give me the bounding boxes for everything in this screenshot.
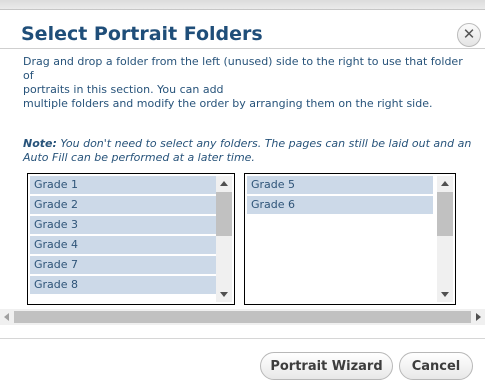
chevron-down-icon[interactable] [441,292,449,297]
instructions-line: multiple folders and modify the order by… [23,97,433,110]
folder-item[interactable]: Grade 7 [30,256,216,274]
used-folders-list[interactable]: Grade 5 Grade 6 [244,173,456,305]
folder-item[interactable]: Grade 4 [30,236,216,254]
scrollbar-thumb[interactable] [216,192,232,236]
header-divider [0,48,485,49]
chevron-right-icon[interactable] [476,313,481,321]
folder-item[interactable]: Grade 5 [247,176,433,194]
horizontal-scrollbar[interactable] [0,309,485,325]
footer-divider [0,338,485,339]
horizontal-scrollbar-thumb[interactable] [14,311,471,323]
note-text: Note: You don't need to select any folde… [23,137,483,165]
instructions-line: portraits in this section. You can add [23,83,224,96]
unused-folders-items: Grade 1 Grade 2 Grade 3 Grade 4 Grade 7 Grade… [30,176,216,296]
folder-item[interactable]: Grade 2 [30,196,216,214]
folder-item[interactable]: Grade 1 [30,176,216,194]
used-folders-items: Grade 5 Grade 6 [247,176,433,216]
chevron-up-icon[interactable] [220,181,228,186]
folder-item[interactable]: Grade 6 [247,196,433,214]
unused-folders-list[interactable]: Grade 1 Grade 2 Grade 3 Grade 4 Grade 7 Grade… [27,173,235,305]
cancel-button[interactable]: Cancel [399,352,473,380]
close-icon[interactable]: ✕ [457,23,481,47]
folder-item[interactable]: Grade 3 [30,216,216,234]
chevron-down-icon[interactable] [220,292,228,297]
chevron-left-icon[interactable] [4,313,9,321]
instructions-line: Drag and drop a folder from the left (un… [23,55,463,82]
chevron-up-icon[interactable] [441,181,449,186]
instructions-text: Drag and drop a folder from the left (un… [23,55,473,111]
folder-item[interactable]: Grade 8 [30,276,216,294]
used-list-scrollbar[interactable] [437,176,453,302]
scrollbar-thumb[interactable] [437,192,453,236]
select-portrait-folders-dialog: Select Portrait Folders ✕ Drag and drop … [0,10,485,380]
portrait-wizard-button[interactable]: Portrait Wizard [260,352,393,380]
dialog-title: Select Portrait Folders [21,23,263,45]
unused-list-scrollbar[interactable] [216,176,232,302]
note-body: You don't need to select any folders. Th… [23,137,472,164]
note-label: Note: [23,137,57,150]
